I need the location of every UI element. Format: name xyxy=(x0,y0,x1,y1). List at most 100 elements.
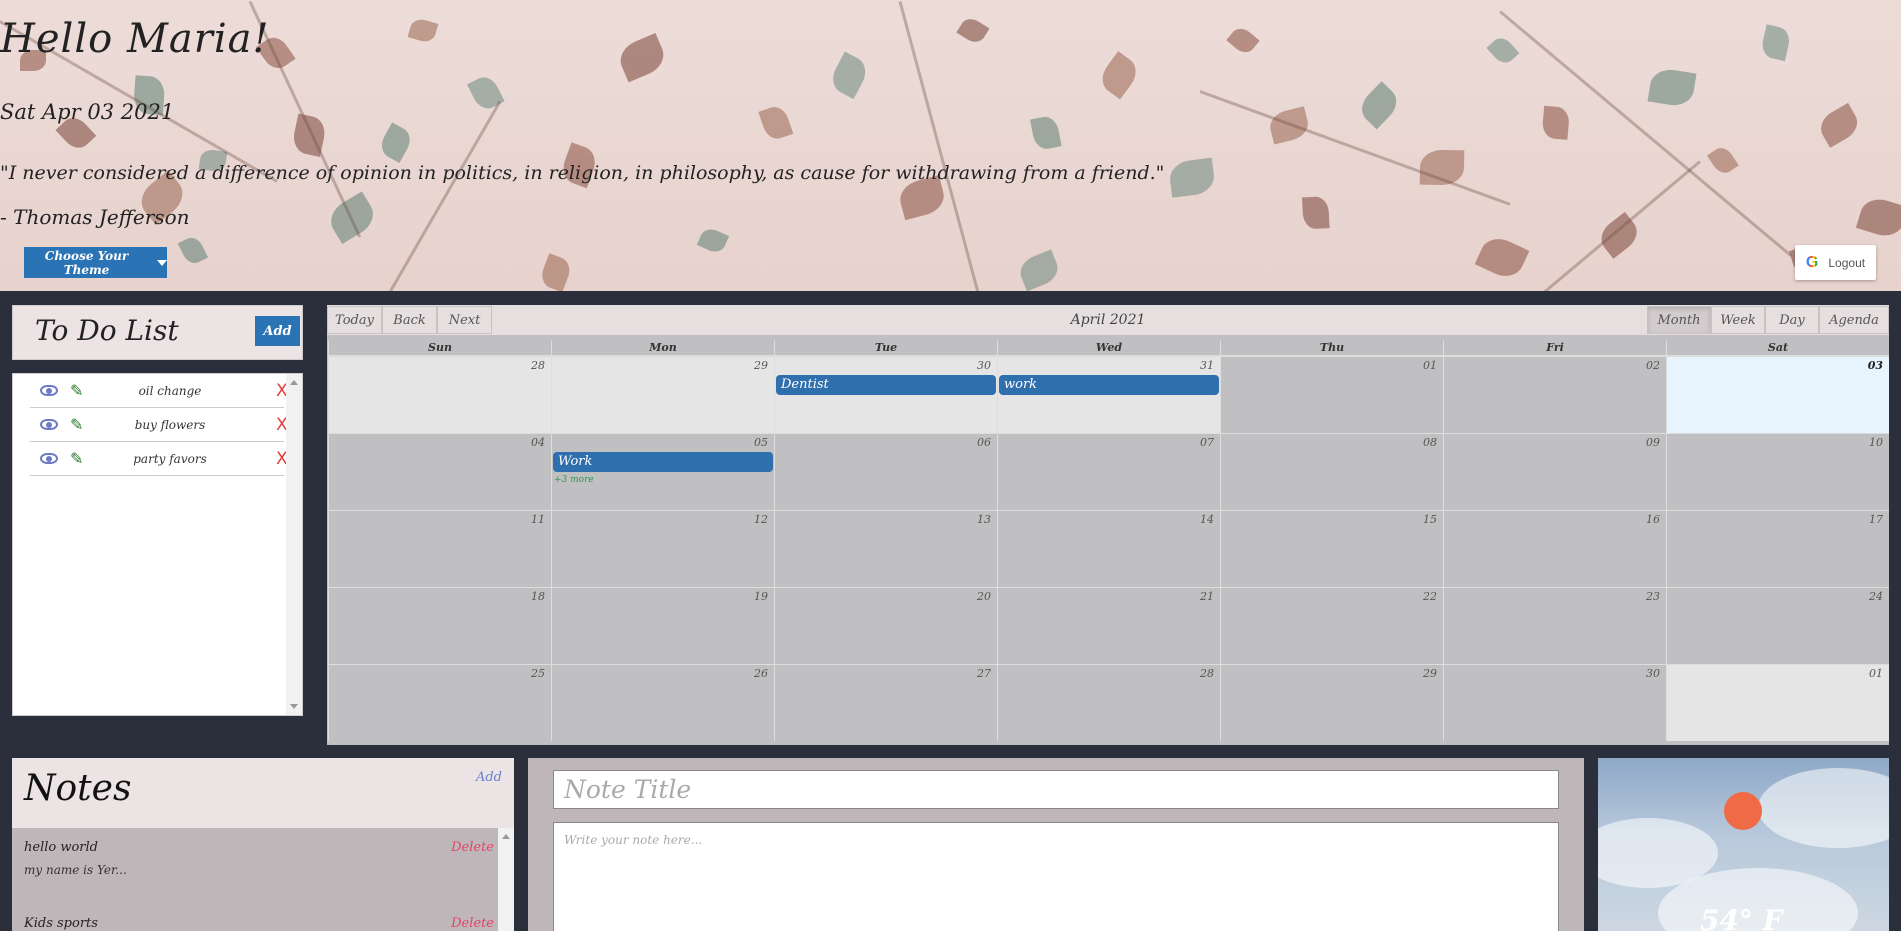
calendar-day-cell[interactable]: 18 xyxy=(328,587,551,664)
calendar-day-cell[interactable]: 19 xyxy=(551,587,774,664)
calendar-day-cell[interactable]: 23 xyxy=(1443,587,1666,664)
day-number[interactable]: 06 xyxy=(977,436,991,449)
note-item[interactable]: Kids sports Delete xyxy=(24,916,494,931)
todo-add-button[interactable]: Add xyxy=(255,316,300,346)
day-number[interactable]: 02 xyxy=(1646,359,1660,372)
note-delete-button[interactable]: Delete xyxy=(451,916,494,931)
logout-button[interactable]: G Logout xyxy=(1795,245,1876,280)
day-number[interactable]: 09 xyxy=(1646,436,1660,449)
calendar-day-cell[interactable]: 06 xyxy=(774,433,997,510)
view-week-button[interactable]: Week xyxy=(1711,306,1765,334)
notes-add-button[interactable]: Add xyxy=(476,770,502,785)
day-number[interactable]: 04 xyxy=(531,436,545,449)
calendar-day-cell[interactable]: 27 xyxy=(774,664,997,741)
pencil-icon[interactable]: ✎ xyxy=(70,381,83,400)
view-agenda-button[interactable]: Agenda xyxy=(1819,306,1889,334)
day-number[interactable]: 27 xyxy=(977,667,991,680)
scroll-up-icon[interactable] xyxy=(502,834,510,839)
calendar-day-cell[interactable]: 28 xyxy=(328,356,551,433)
calendar-day-cell[interactable]: 25 xyxy=(328,664,551,741)
day-number[interactable]: 05 xyxy=(754,436,768,449)
day-number[interactable]: 26 xyxy=(754,667,768,680)
day-number[interactable]: 18 xyxy=(531,590,545,603)
calendar-day-cell[interactable]: 03 xyxy=(1666,356,1889,433)
eye-icon[interactable] xyxy=(40,419,58,430)
day-number[interactable]: 07 xyxy=(1200,436,1214,449)
note-title-input[interactable]: Note Title xyxy=(553,770,1559,809)
day-number[interactable]: 31 xyxy=(1200,359,1214,372)
calendar-day-cell[interactable]: 26 xyxy=(551,664,774,741)
calendar-day-cell[interactable]: 22 xyxy=(1220,587,1443,664)
calendar-day-cell[interactable]: 13 xyxy=(774,510,997,587)
calendar-day-cell[interactable]: 01 xyxy=(1220,356,1443,433)
calendar-day-cell[interactable]: 10 xyxy=(1666,433,1889,510)
day-number[interactable]: 13 xyxy=(977,513,991,526)
day-number[interactable]: 19 xyxy=(754,590,768,603)
note-item[interactable]: hello world Delete my name is Yer... xyxy=(24,840,494,877)
calendar-day-cell[interactable]: 28 xyxy=(997,664,1220,741)
day-number[interactable]: 01 xyxy=(1423,359,1437,372)
day-number[interactable]: 28 xyxy=(531,359,545,372)
calendar-event[interactable]: work xyxy=(999,375,1219,395)
day-number[interactable]: 23 xyxy=(1646,590,1660,603)
calendar-event[interactable]: Work xyxy=(553,452,773,472)
calendar-day-cell[interactable]: 08 xyxy=(1220,433,1443,510)
pencil-icon[interactable]: ✎ xyxy=(70,415,83,434)
back-button[interactable]: Back xyxy=(382,306,437,334)
choose-theme-button[interactable]: Choose Your Theme xyxy=(24,247,167,278)
today-button[interactable]: Today xyxy=(327,306,382,334)
day-number[interactable]: 25 xyxy=(531,667,545,680)
calendar-day-cell[interactable]: 29 xyxy=(551,356,774,433)
calendar-day-cell[interactable]: 24 xyxy=(1666,587,1889,664)
view-day-button[interactable]: Day xyxy=(1765,306,1819,334)
day-number[interactable]: 22 xyxy=(1423,590,1437,603)
calendar-day-cell[interactable]: 02 xyxy=(1443,356,1666,433)
calendar-day-cell[interactable]: 29 xyxy=(1220,664,1443,741)
calendar-day-cell[interactable]: 17 xyxy=(1666,510,1889,587)
calendar-day-cell[interactable]: 12 xyxy=(551,510,774,587)
note-body-textarea[interactable]: Write your note here... xyxy=(553,822,1559,931)
calendar-day-cell[interactable]: 16 xyxy=(1443,510,1666,587)
calendar-day-cell[interactable]: 15 xyxy=(1220,510,1443,587)
todo-list: ✎ oil change X ✎ buy flowers X ✎ party favors X xyxy=(12,373,303,716)
day-number[interactable]: 29 xyxy=(754,359,768,372)
calendar-day-cell[interactable]: 21 xyxy=(997,587,1220,664)
day-number[interactable]: 14 xyxy=(1200,513,1214,526)
day-number[interactable]: 15 xyxy=(1423,513,1437,526)
day-number[interactable]: 30 xyxy=(977,359,991,372)
day-number[interactable]: 01 xyxy=(1869,667,1883,680)
notes-scrollbar[interactable] xyxy=(498,828,514,931)
next-button[interactable]: Next xyxy=(437,306,492,334)
day-number[interactable]: 28 xyxy=(1200,667,1214,680)
scroll-up-icon[interactable] xyxy=(290,380,298,385)
eye-icon[interactable] xyxy=(40,453,58,464)
calendar-day-cell[interactable]: 07 xyxy=(997,433,1220,510)
day-number[interactable]: 30 xyxy=(1646,667,1660,680)
day-number[interactable]: 29 xyxy=(1423,667,1437,680)
day-number[interactable]: 24 xyxy=(1869,590,1883,603)
calendar-day-cell[interactable]: 01 xyxy=(1666,664,1889,741)
calendar-day-cell[interactable]: 11 xyxy=(328,510,551,587)
view-month-button[interactable]: Month xyxy=(1647,306,1711,334)
day-number[interactable]: 08 xyxy=(1423,436,1437,449)
day-number[interactable]: 12 xyxy=(754,513,768,526)
calendar-day-cell[interactable]: 20 xyxy=(774,587,997,664)
calendar-event[interactable]: Dentist xyxy=(776,375,996,395)
pencil-icon[interactable]: ✎ xyxy=(70,449,83,468)
show-more-link[interactable]: +3 more xyxy=(554,475,594,485)
note-delete-button[interactable]: Delete xyxy=(451,840,494,855)
day-number[interactable]: 16 xyxy=(1646,513,1660,526)
calendar-day-cell[interactable]: 30 xyxy=(1443,664,1666,741)
day-number[interactable]: 21 xyxy=(1200,590,1214,603)
calendar-day-cell[interactable]: 14 xyxy=(997,510,1220,587)
day-number[interactable]: 03 xyxy=(1868,359,1883,372)
calendar-day-cell[interactable]: 09 xyxy=(1443,433,1666,510)
day-number[interactable]: 11 xyxy=(531,513,545,526)
eye-icon[interactable] xyxy=(40,385,58,396)
calendar-day-cell[interactable]: 04 xyxy=(328,433,551,510)
day-number[interactable]: 17 xyxy=(1869,513,1883,526)
day-number[interactable]: 20 xyxy=(977,590,991,603)
day-number[interactable]: 10 xyxy=(1869,436,1883,449)
scroll-down-icon[interactable] xyxy=(290,704,298,709)
todo-scrollbar[interactable] xyxy=(286,374,302,715)
